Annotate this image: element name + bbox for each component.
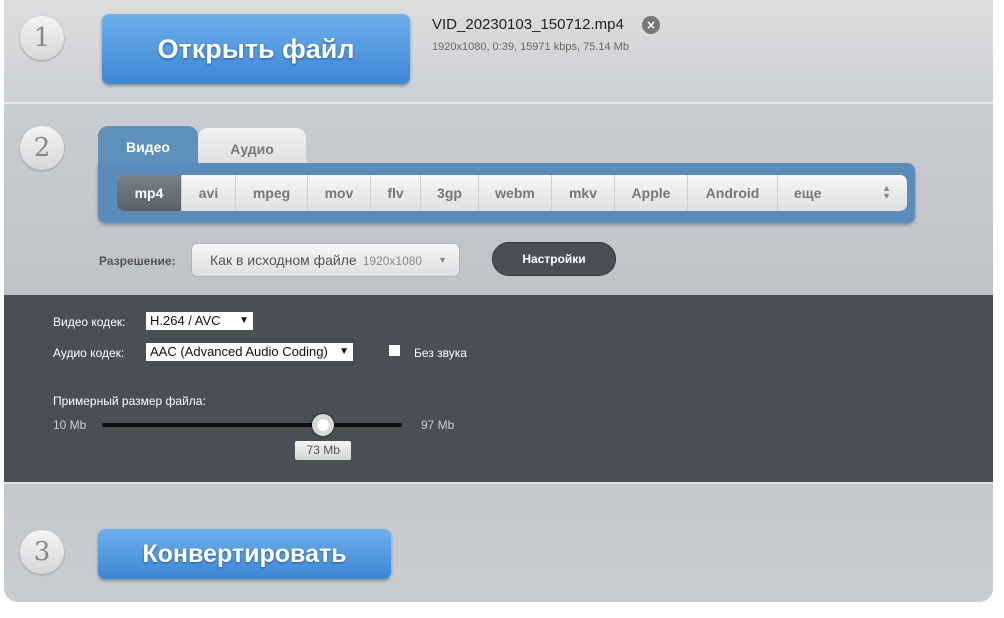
resolution-select[interactable]: Как в исходном файле 1920x1080 ▼ [191,243,460,277]
format-android[interactable]: Android [688,175,778,211]
tab-video[interactable]: Видео [98,126,198,166]
up-down-arrows-icon: ▲ ▼ [882,183,891,201]
video-codec-value: H.264 / AVC [150,313,221,328]
size-slider-track[interactable] [102,423,402,427]
format-mkv[interactable]: mkv [552,175,615,211]
step-number: 1 [20,16,64,60]
chevron-down-icon: ▼ [339,346,349,357]
resolution-size: 1920x1080 [362,254,423,268]
close-circle-icon[interactable]: × [642,16,660,34]
resolution-value: Как в исходном файле [210,252,357,268]
mute-checkbox[interactable] [389,345,400,356]
step-number: 3 [20,530,64,574]
format-bar: mp4 avi mpeg mov flv 3gp webm mkv Apple … [117,175,907,211]
size-min: 10 Mb [53,418,87,432]
chevron-down-icon: ▼ [438,255,447,265]
file-name: VID_20230103_150712.mp4 [432,16,624,33]
audio-codec-value: AAC (Advanced Audio Coding) [150,344,328,359]
format-mpeg[interactable]: mpeg [236,175,308,211]
size-tooltip: 73 Mb [295,441,352,460]
video-codec-select[interactable]: H.264 / AVC ▼ [146,312,253,330]
file-size-label: Примерный размер файла: [53,394,206,408]
resolution-label: Разрешение: [99,254,176,268]
mute-label: Без звука [414,346,467,360]
convert-button[interactable]: Конвертировать [98,529,391,579]
settings-button[interactable]: Настройки [492,242,616,276]
format-mov[interactable]: mov [308,175,371,211]
audio-codec-select[interactable]: AAC (Advanced Audio Coding) ▼ [146,343,353,361]
format-flv[interactable]: flv [371,175,421,211]
audio-codec-label: Аудио кодек: [53,346,125,360]
format-mp4[interactable]: mp4 [117,175,182,211]
format-more[interactable]: еще ▲ ▼ [778,175,907,211]
format-more-label: еще [794,185,822,201]
format-avi[interactable]: avi [182,175,236,211]
size-max: 97 Mb [421,418,455,432]
format-3gp[interactable]: 3gp [421,175,479,211]
format-panel: mp4 avi mpeg mov flv 3gp webm mkv Apple … [98,163,915,223]
format-apple[interactable]: Apple [615,175,688,211]
file-info: 1920x1080, 0:39, 15971 kbps, 75.14 Mb [432,41,629,53]
format-webm[interactable]: webm [479,175,552,211]
video-codec-label: Видео кодек: [53,315,126,329]
open-file-button[interactable]: Открыть файл [102,14,410,84]
step-number: 2 [20,126,64,170]
chevron-down-icon: ▼ [239,315,249,326]
tab-audio[interactable]: Аудио [198,128,306,168]
converter-panel [4,0,993,602]
